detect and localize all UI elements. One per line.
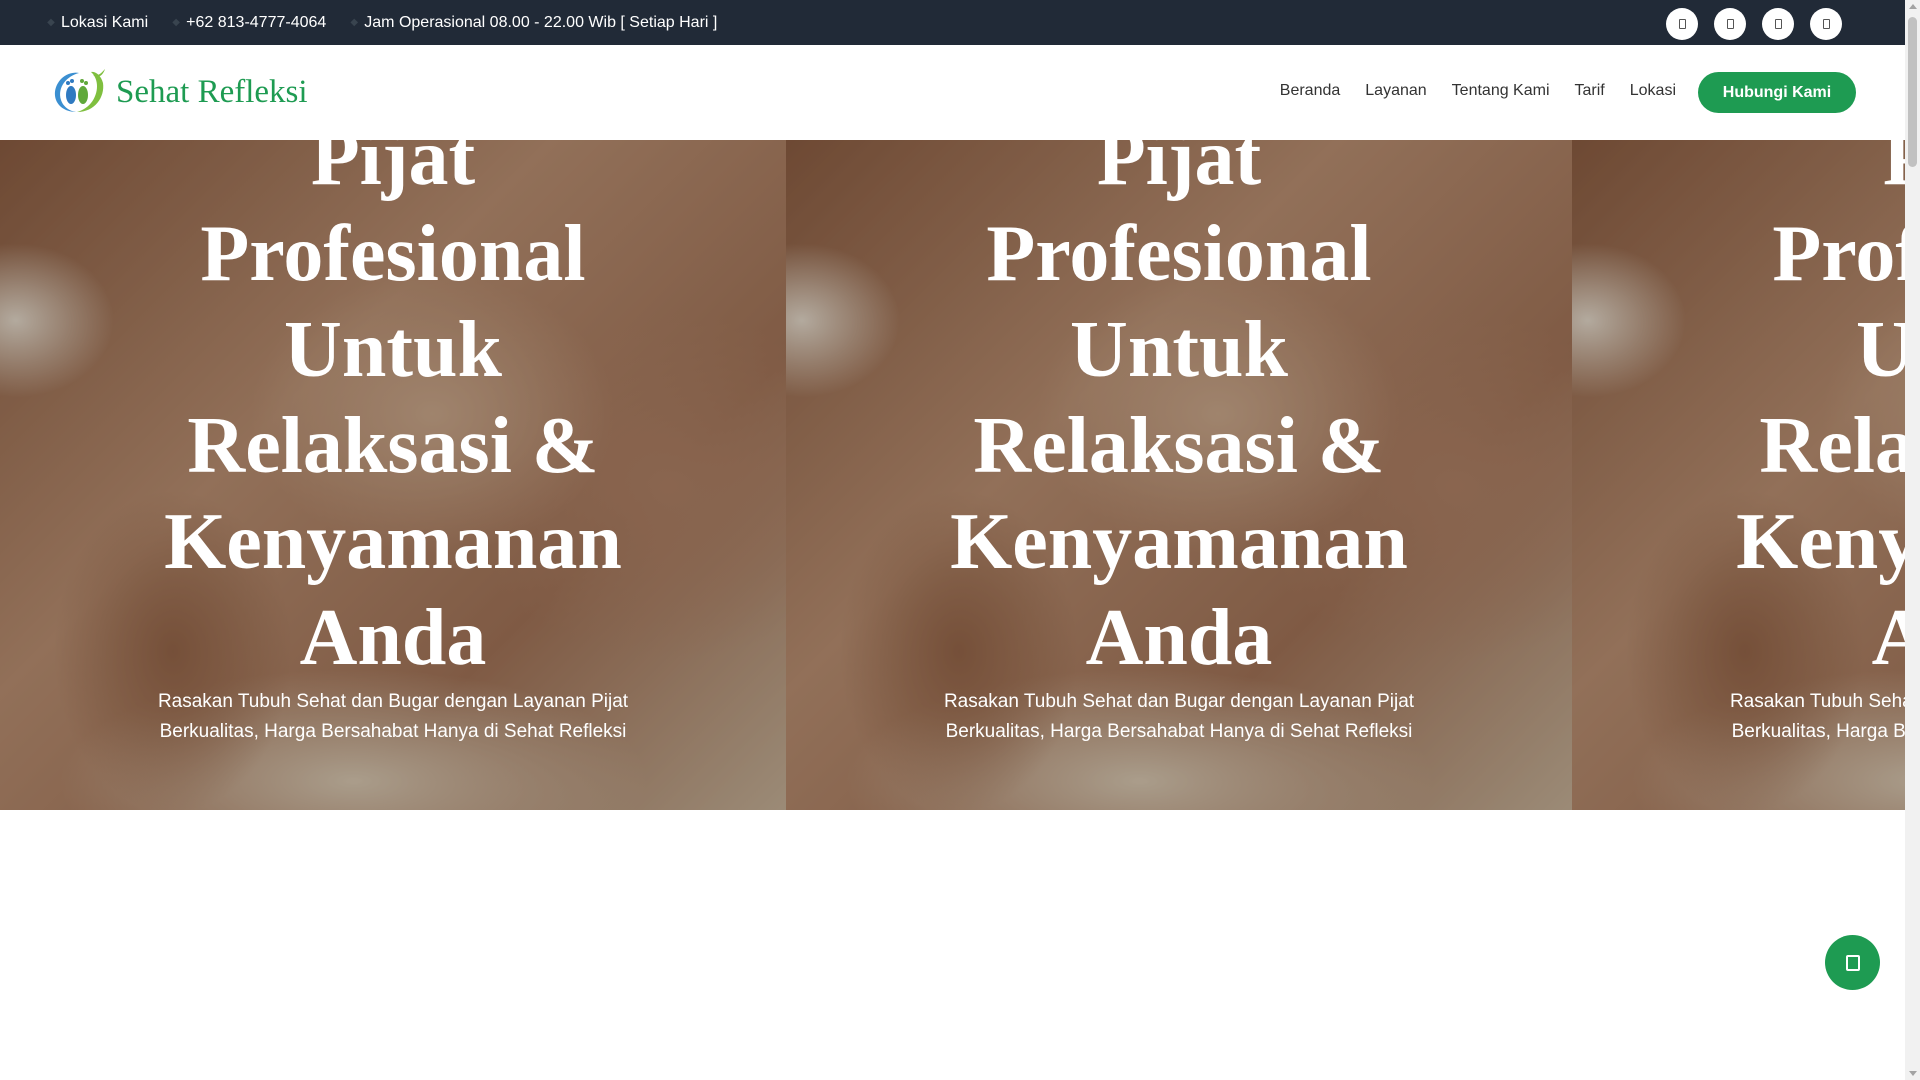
hero-slide: Pijat Profesional Untuk Relaksasi & Keny… (786, 140, 1572, 810)
nav-item-tarif[interactable]: Tarif (1575, 82, 1605, 100)
hero-title: Pijat Profesional Untuk Relaksasi & Keny… (164, 140, 622, 682)
location-label: Lokasi Kami (61, 13, 149, 31)
tiktok-icon[interactable] (1810, 8, 1842, 40)
nav-item-beranda[interactable]: Beranda (1280, 82, 1341, 100)
hero-subtitle: Rasakan Tubuh Sehat dan Bugar dengan Lay… (1729, 691, 1905, 742)
instagram-icon[interactable] (1714, 8, 1746, 40)
hours-label: Jam Operasional 08.00 - 22.00 Wib [ Seti… (364, 13, 718, 31)
hero-slide: Pijat Profesional Untuk Relaksasi & Keny… (1572, 140, 1905, 810)
page: ◆ Lokasi Kami ◆ +62 813-4777-4064 ◆ Jam … (0, 0, 1905, 1080)
hero-title: Pijat Profesional Untuk Relaksasi & Keny… (1736, 140, 1905, 682)
main-navbar: Sehat Refleksi Beranda Layanan Tentang K… (0, 45, 1905, 140)
page-scrollbar[interactable] (1905, 0, 1920, 1080)
scrollbar-thumb[interactable] (1908, 17, 1917, 167)
nav-item-layanan[interactable]: Layanan (1365, 82, 1426, 100)
hero-subtitle: Rasakan Tubuh Sehat dan Bugar dengan Lay… (157, 691, 629, 742)
main-menu: Beranda Layanan Tentang Kami Tarif Lokas… (1255, 82, 1676, 100)
hero-subtitle: Rasakan Tubuh Sehat dan Bugar dengan Lay… (943, 691, 1415, 742)
site-logo[interactable]: Sehat Refleksi (47, 67, 308, 117)
location-link[interactable]: ◆ Lokasi Kami (47, 14, 148, 32)
clock-icon: ◆ (350, 17, 359, 28)
map-marker-icon: ◆ (47, 17, 55, 28)
hero-slider[interactable]: Pijat Profesional Untuk Relaksasi & Keny… (0, 140, 1905, 810)
hero-slide: Pijat Profesional Untuk Relaksasi & Keny… (0, 140, 786, 810)
hours-info: ◆ Jam Operasional 08.00 - 22.00 Wib [ Se… (350, 14, 717, 32)
contact-button[interactable]: Hubungi Kami (1698, 72, 1856, 113)
brand-name: Sehat Refleksi (116, 73, 308, 110)
whatsapp-icon[interactable] (1825, 935, 1880, 990)
phone-icon: ◆ (172, 17, 180, 28)
youtube-icon[interactable] (1762, 8, 1794, 40)
nav-item-tentang-kami[interactable]: Tentang Kami (1452, 82, 1550, 100)
facebook-icon[interactable] (1666, 8, 1698, 40)
feet-leaf-logo-icon (54, 69, 105, 112)
social-links (1650, 8, 1842, 40)
top-info-bar: ◆ Lokasi Kami ◆ +62 813-4777-4064 ◆ Jam … (0, 0, 1905, 45)
scroll-up-arrow-icon[interactable] (1909, 4, 1917, 9)
scroll-down-arrow-icon[interactable] (1909, 1071, 1917, 1076)
hero-title: Pijat Profesional Untuk Relaksasi & Keny… (950, 140, 1408, 682)
phone-label: +62 813-4777-4064 (186, 13, 327, 31)
phone-link[interactable]: ◆ +62 813-4777-4064 (172, 14, 326, 32)
nav-item-lokasi[interactable]: Lokasi (1630, 82, 1676, 100)
